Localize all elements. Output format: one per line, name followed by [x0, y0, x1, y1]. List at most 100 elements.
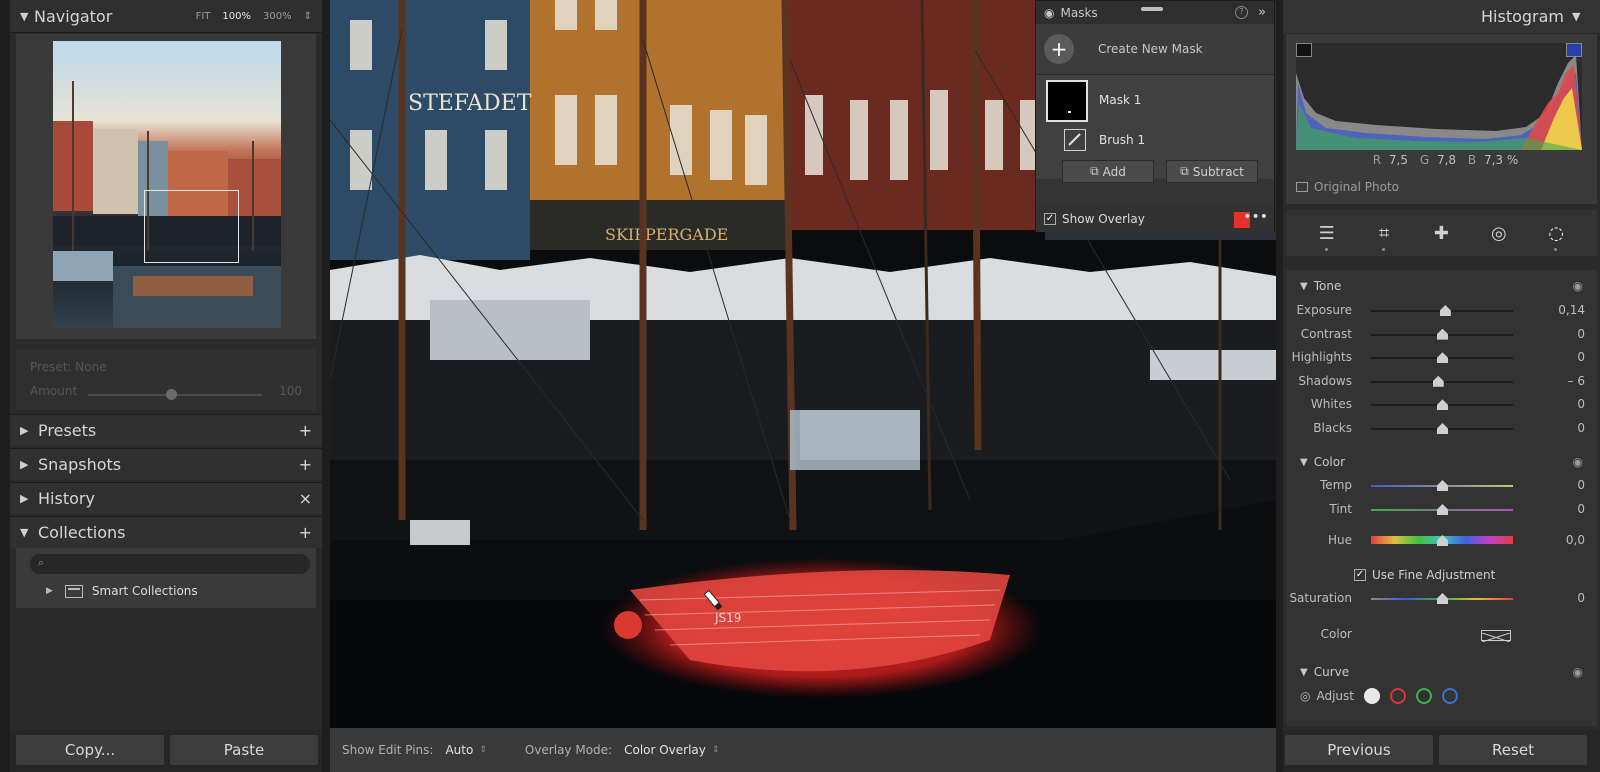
- blacks-slider-knob[interactable]: [1437, 423, 1448, 434]
- history-section[interactable]: ▶ History ×: [10, 482, 322, 514]
- chevron-updown-icon[interactable]: ⇕: [712, 745, 720, 755]
- reset-button[interactable]: Reset: [1439, 735, 1587, 765]
- subtract-button[interactable]: ⧉ Subtract: [1166, 160, 1258, 183]
- eye-icon[interactable]: ◉: [1573, 279, 1583, 293]
- histogram-graph[interactable]: [1296, 43, 1582, 150]
- shadows-slider-knob[interactable]: [1432, 375, 1444, 387]
- add-preset-icon[interactable]: +: [299, 421, 312, 440]
- whites-slider-knob[interactable]: [1437, 399, 1448, 411]
- navigator-header[interactable]: ▼ Navigator FIT 100% 300% ⇕: [10, 0, 322, 33]
- curve-channel-red[interactable]: [1390, 688, 1406, 704]
- plus-icon[interactable]: +: [1044, 34, 1074, 64]
- expand-triangle-icon: ▶: [20, 458, 29, 471]
- mask-name[interactable]: Mask 1: [1099, 93, 1141, 107]
- amount-slider-knob: [166, 389, 177, 400]
- target-adjust-icon[interactable]: ◎: [1300, 689, 1310, 703]
- collections-search-input[interactable]: ⌕: [30, 554, 310, 574]
- shadow-clipping-icon[interactable]: [1296, 43, 1312, 57]
- exposure-value[interactable]: 0,14: [1558, 303, 1585, 317]
- g-label: G: [1419, 153, 1430, 167]
- collapse-triangle-icon[interactable]: ▼: [1572, 10, 1586, 23]
- clear-history-icon[interactable]: ×: [299, 489, 312, 508]
- drag-handle[interactable]: [1141, 7, 1163, 11]
- curve-channel-rgb[interactable]: [1364, 688, 1380, 704]
- collections-body: ⌕ ▶ Smart Collections: [16, 548, 316, 608]
- tone-title: Tone: [1313, 279, 1342, 293]
- zoom-stepper-icon[interactable]: ⇕: [304, 11, 312, 22]
- mask-icon[interactable]: ◌: [1538, 215, 1574, 251]
- navigator-thumbnail[interactable]: [53, 41, 281, 328]
- curve-header[interactable]: ▼ Curve ◉: [1286, 658, 1597, 686]
- add-button[interactable]: ⧉ Add: [1062, 160, 1154, 183]
- collapse-triangle-icon[interactable]: ▼: [1300, 667, 1308, 678]
- show-edit-pins-select[interactable]: Auto: [445, 743, 473, 757]
- highlights-value[interactable]: 0: [1577, 350, 1585, 364]
- add-collection-icon[interactable]: +: [299, 523, 312, 542]
- contrast-label: Contrast: [1300, 326, 1352, 341]
- overlay-mode-select[interactable]: Color Overlay: [624, 743, 706, 757]
- add-snapshot-icon[interactable]: +: [299, 455, 312, 474]
- tint-slider-knob[interactable]: [1437, 504, 1448, 515]
- histogram-title: Histogram: [1481, 7, 1564, 26]
- color-header[interactable]: ▼ Color ◉: [1286, 448, 1597, 476]
- help-icon[interactable]: ?: [1235, 6, 1249, 19]
- curve-channel-blue[interactable]: [1442, 688, 1458, 704]
- more-options-icon[interactable]: •••: [1243, 209, 1268, 225]
- smart-collections-row[interactable]: ▶ Smart Collections: [46, 584, 198, 598]
- original-photo-toggle[interactable]: Original Photo: [1296, 180, 1399, 194]
- paste-button[interactable]: Paste: [170, 735, 318, 765]
- heal-icon[interactable]: ✚: [1423, 215, 1459, 251]
- sliders-icon[interactable]: ☰: [1309, 215, 1345, 251]
- whites-value[interactable]: 0: [1577, 397, 1585, 411]
- highlight-clipping-icon[interactable]: [1566, 43, 1582, 57]
- zoom-300[interactable]: 300%: [263, 11, 292, 22]
- color-picker-swatch[interactable]: [1481, 630, 1511, 643]
- snapshots-section[interactable]: ▶ Snapshots +: [10, 448, 322, 480]
- saturation-value[interactable]: 0: [1577, 591, 1585, 605]
- presets-section[interactable]: ▶ Presets +: [10, 414, 322, 446]
- original-photo-checkbox[interactable]: [1296, 182, 1308, 192]
- contrast-value[interactable]: 0: [1577, 327, 1585, 341]
- collapse-triangle-icon[interactable]: ▼: [1300, 281, 1308, 292]
- chevron-updown-icon[interactable]: ⇕: [479, 745, 487, 755]
- previous-button[interactable]: Previous: [1285, 735, 1433, 765]
- zoom-100[interactable]: 100%: [222, 11, 251, 22]
- fine-adjustment-toggle[interactable]: ✓ Use Fine Adjustment: [1354, 568, 1495, 582]
- highlights-slider-knob[interactable]: [1437, 352, 1448, 364]
- contrast-slider-knob[interactable]: [1437, 328, 1448, 340]
- exposure-slider-knob[interactable]: [1439, 305, 1451, 316]
- collapse-triangle-icon[interactable]: ▼: [20, 10, 34, 23]
- collapse-triangle-icon[interactable]: ▼: [1300, 457, 1308, 468]
- temp-value[interactable]: 0: [1577, 478, 1585, 492]
- eye-icon[interactable]: ◉: [1044, 6, 1054, 20]
- eye-icon[interactable]: ◉: [1573, 455, 1583, 469]
- masks-header[interactable]: ◉ Masks ? »: [1036, 1, 1274, 24]
- tone-header[interactable]: ▼ Tone ◉: [1286, 272, 1597, 300]
- crop-icon[interactable]: ⌗: [1366, 215, 1402, 251]
- curve-channel-green[interactable]: [1416, 688, 1432, 704]
- navigator-title: Navigator: [34, 6, 113, 26]
- saturation-slider-knob[interactable]: [1437, 593, 1448, 604]
- blacks-value[interactable]: 0: [1577, 421, 1585, 435]
- temp-slider-knob[interactable]: [1437, 480, 1448, 491]
- tint-value[interactable]: 0: [1577, 502, 1585, 516]
- navigator-view-rect[interactable]: [144, 190, 239, 263]
- expand-triangle-icon[interactable]: ▶: [46, 586, 53, 596]
- zoom-fit[interactable]: FIT: [196, 11, 211, 22]
- collapse-chevron-icon[interactable]: »: [1258, 5, 1266, 20]
- collections-section[interactable]: ▼ Collections +: [10, 516, 322, 548]
- mask-list-item[interactable]: Mask 1 Brush 1 ⧉ Add ⧉ Subtract: [1036, 74, 1274, 183]
- redeye-icon[interactable]: ◎: [1481, 215, 1517, 251]
- create-new-mask-row[interactable]: + Create New Mask: [1036, 24, 1274, 74]
- hue-value[interactable]: 0,0: [1566, 533, 1585, 547]
- shadows-value[interactable]: – 6: [1568, 374, 1585, 388]
- histogram-header[interactable]: Histogram ▼: [1283, 0, 1600, 33]
- eye-icon[interactable]: ◉: [1573, 665, 1583, 679]
- collections-title: Collections: [38, 523, 126, 542]
- fine-adjustment-checkbox[interactable]: ✓: [1354, 569, 1366, 581]
- copy-button[interactable]: Copy...: [16, 735, 164, 765]
- mask-thumbnail[interactable]: [1046, 80, 1088, 122]
- brush-icon[interactable]: [1064, 129, 1086, 151]
- show-overlay-checkbox[interactable]: ✓: [1044, 213, 1056, 225]
- brush-name[interactable]: Brush 1: [1099, 133, 1145, 147]
